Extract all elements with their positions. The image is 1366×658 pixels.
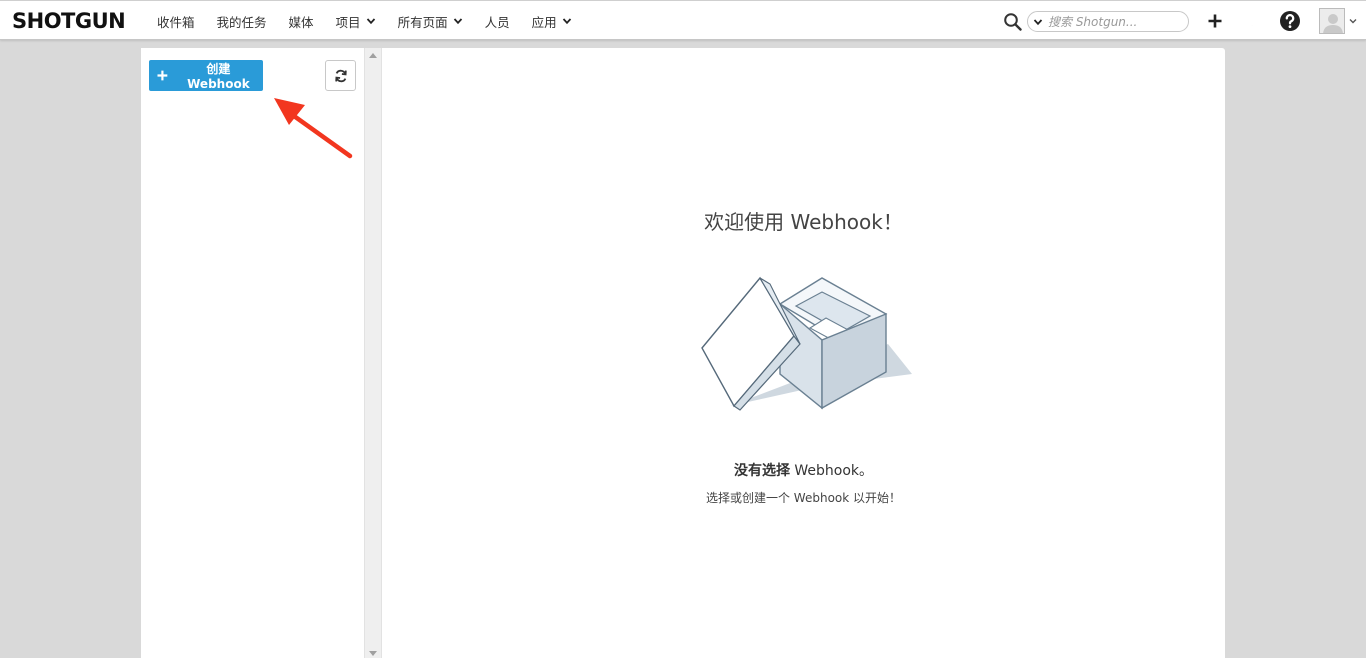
sidebar-scrollbar[interactable] xyxy=(364,48,382,658)
moon-icon[interactable] xyxy=(1243,13,1259,29)
nav-inbox[interactable]: 收件箱 xyxy=(146,1,206,41)
empty-title-name: Webhook。 xyxy=(794,463,874,479)
search-icon[interactable] xyxy=(1003,12,1023,32)
welcome-name: Webhook xyxy=(790,210,883,234)
empty-box-illustration xyxy=(701,276,912,411)
empty-title-bold: 没有选择 xyxy=(733,463,790,479)
webhook-detail-panel: 欢迎使用 Webhook！ 没有选择 Webhook。 选择或创建一个 Webh… xyxy=(382,48,1225,658)
nav-label: 我的任务 xyxy=(216,14,267,30)
create-webhook-label: 创建 Webhook xyxy=(187,62,250,91)
search-scope-chevron-icon[interactable] xyxy=(1033,17,1043,27)
welcome-suffix: ！ xyxy=(882,210,903,234)
empty-state-subtitle: 选择或创建一个 Webhook 以开始！ xyxy=(382,489,1225,506)
empty-state-title: 没有选择 Webhook。 xyxy=(382,460,1225,480)
refresh-button[interactable] xyxy=(325,60,356,91)
nav-media[interactable]: 媒体 xyxy=(278,1,325,41)
user-silhouette-icon xyxy=(1320,9,1344,33)
welcome-heading: 欢迎使用 Webhook！ xyxy=(382,206,1225,235)
search-input[interactable] xyxy=(1048,13,1184,30)
nav-apps[interactable]: 应用 xyxy=(521,1,583,41)
scroll-up-arrow-icon[interactable] xyxy=(369,53,377,58)
welcome-prefix: 欢迎使用 xyxy=(704,210,785,234)
nav-all-pages[interactable]: 所有页面 xyxy=(387,1,474,41)
main-nav: 收件箱 我的任务 媒体 项目 所有页面 人员 应用 xyxy=(146,1,583,41)
nav-label: 人员 xyxy=(484,14,510,30)
plus-icon[interactable] xyxy=(1206,12,1224,30)
scroll-down-arrow-icon[interactable] xyxy=(369,651,377,656)
nav-label: 收件箱 xyxy=(157,14,195,30)
empty-sub-link[interactable]: Webhook xyxy=(794,491,849,505)
logo[interactable]: SHOTGUN xyxy=(12,10,126,32)
plus-icon xyxy=(157,70,168,81)
create-webhook-button[interactable]: 创建 Webhook xyxy=(149,60,263,91)
top-bar: SHOTGUN 收件箱 我的任务 媒体 项目 所有页面 人员 应用 xyxy=(0,0,1366,40)
help-icon[interactable] xyxy=(1279,10,1301,32)
annotation-arrow xyxy=(274,98,353,159)
nav-label: 应用 xyxy=(531,14,557,30)
nav-my-tasks[interactable]: 我的任务 xyxy=(206,1,278,41)
nav-people[interactable]: 人员 xyxy=(474,1,521,41)
chevron-down-icon[interactable] xyxy=(1349,17,1357,25)
refresh-icon xyxy=(334,69,347,82)
avatar[interactable] xyxy=(1319,8,1345,34)
nav-label: 项目 xyxy=(335,14,361,30)
nav-projects[interactable]: 项目 xyxy=(325,1,387,41)
chevron-down-icon xyxy=(366,18,375,25)
search-box xyxy=(1027,11,1189,32)
empty-sub-suffix: 以开始！ xyxy=(853,491,902,505)
chevron-down-icon xyxy=(453,18,462,25)
empty-sub-prefix: 选择或创建一个 xyxy=(705,491,790,505)
nav-label: 所有页面 xyxy=(397,14,448,30)
nav-label: 媒体 xyxy=(288,14,314,30)
chevron-down-icon xyxy=(562,18,571,25)
